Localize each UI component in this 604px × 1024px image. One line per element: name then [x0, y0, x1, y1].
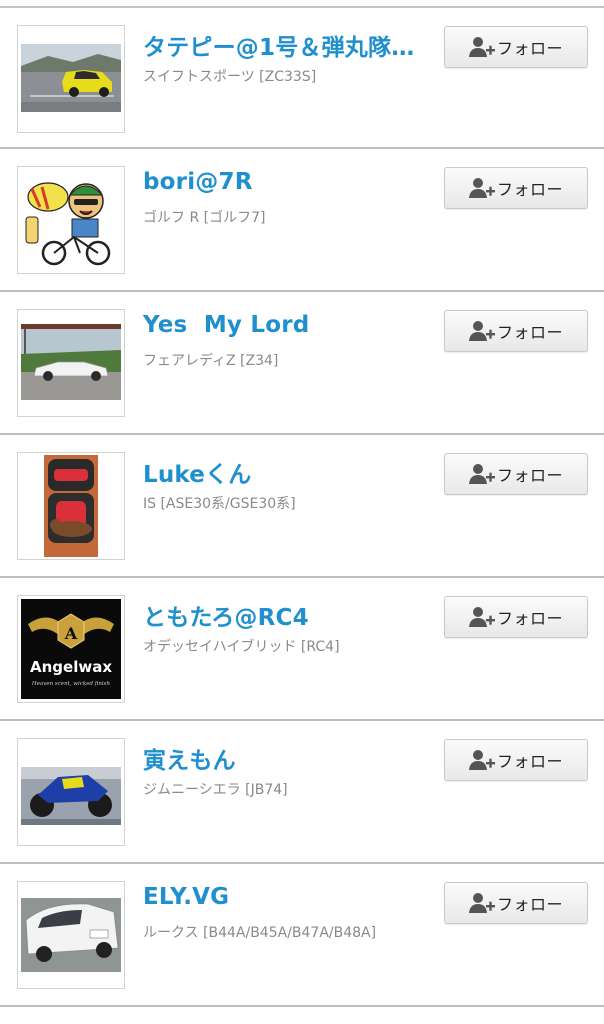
car-model-text: IS [ASE30系/GSE30系] — [143, 496, 296, 512]
add-user-icon — [468, 893, 495, 913]
avatar[interactable] — [17, 166, 125, 274]
add-user-icon — [468, 464, 495, 484]
user-name-link[interactable]: タテピー@1号＆弾丸隊… — [143, 28, 414, 62]
follow-button-label: フォロー — [496, 180, 563, 199]
add-user-icon — [468, 37, 495, 57]
follow-button[interactable]: フォロー — [444, 739, 588, 781]
avatar[interactable] — [17, 452, 125, 560]
user-name-link[interactable]: ELY.VG — [143, 884, 229, 910]
white-convertible-photo — [18, 310, 124, 416]
add-user-icon — [468, 178, 495, 198]
follow-button-label: フォロー — [496, 466, 563, 485]
follow-button[interactable]: フォロー — [444, 596, 588, 638]
add-user-icon — [468, 321, 495, 341]
cartoon-cyclist-illustration — [18, 167, 124, 273]
add-user-icon — [468, 750, 495, 770]
follow-button[interactable]: フォロー — [444, 310, 588, 352]
car-model-text: オデッセイハイブリッド [RC4] — [143, 639, 340, 655]
car-model-text: ジムニーシエラ [JB74] — [143, 782, 288, 798]
follow-button-label: フォロー — [496, 609, 563, 628]
blue-motorcycle-photo — [18, 739, 124, 845]
car-model-text: ルークス [B44A/B45A/B47A/B48A] — [143, 925, 377, 941]
user-name-link[interactable]: 寅えもん — [143, 741, 236, 775]
logo-letter: A — [64, 624, 78, 643]
car-model-text: スイフトスポーツ [ZC33S] — [143, 69, 317, 85]
avatar[interactable]: A Angelwax Heaven scent, wicked finish — [17, 595, 125, 703]
follow-button-label: フォロー — [496, 39, 563, 58]
dog-in-car-seat-photo — [18, 453, 124, 559]
list-item: A Angelwax Heaven scent, wicked finish と… — [0, 578, 604, 721]
list-item: 寅えもん ジムニーシエラ [JB74] フォロー — [0, 721, 604, 864]
follow-button-label: フォロー — [496, 752, 563, 771]
avatar[interactable] — [17, 25, 125, 133]
logo-wordmark: Angelwax — [30, 658, 112, 676]
follow-button[interactable]: フォロー — [444, 882, 588, 924]
follow-button-label: フォロー — [496, 323, 563, 342]
follow-button[interactable]: フォロー — [444, 453, 588, 495]
car-model-text: ゴルフ R [ゴルフ7] — [143, 210, 266, 226]
user-name-link[interactable]: Yes My Lord — [143, 312, 309, 338]
avatar[interactable] — [17, 309, 125, 417]
list-item: Yes My Lord フェアレディZ [Z34] フォロー — [0, 292, 604, 435]
yellow-hatchback-photo — [18, 26, 124, 132]
user-name-link[interactable]: bori@7R — [143, 169, 253, 195]
follow-button[interactable]: フォロー — [444, 167, 588, 209]
white-minivan-photo — [18, 882, 124, 988]
car-model-text: フェアレディZ [Z34] — [143, 353, 279, 369]
list-item: Lukeくん IS [ASE30系/GSE30系] フォロー — [0, 435, 604, 578]
follow-button-label: フォロー — [496, 895, 563, 914]
list-item: bori@7R ゴルフ R [ゴルフ7] フォロー — [0, 149, 604, 292]
logo-tagline: Heaven scent, wicked finish — [31, 681, 111, 687]
angelwax-logo: A Angelwax Heaven scent, wicked finish — [21, 599, 121, 699]
user-name-link[interactable]: ともたろ@RC4 — [143, 598, 309, 632]
follow-button[interactable]: フォロー — [444, 26, 588, 68]
add-user-icon — [468, 607, 495, 627]
list-item: ELY.VG ルークス [B44A/B45A/B47A/B48A] フォロー — [0, 864, 604, 1007]
user-name-link[interactable]: Lukeくん — [143, 455, 252, 489]
avatar[interactable] — [17, 738, 125, 846]
avatar[interactable] — [17, 881, 125, 989]
follow-suggestion-list: タテピー@1号＆弾丸隊… スイフトスポーツ [ZC33S] フォロー bori@… — [0, 6, 604, 1007]
list-item: タテピー@1号＆弾丸隊… スイフトスポーツ [ZC33S] フォロー — [0, 6, 604, 149]
